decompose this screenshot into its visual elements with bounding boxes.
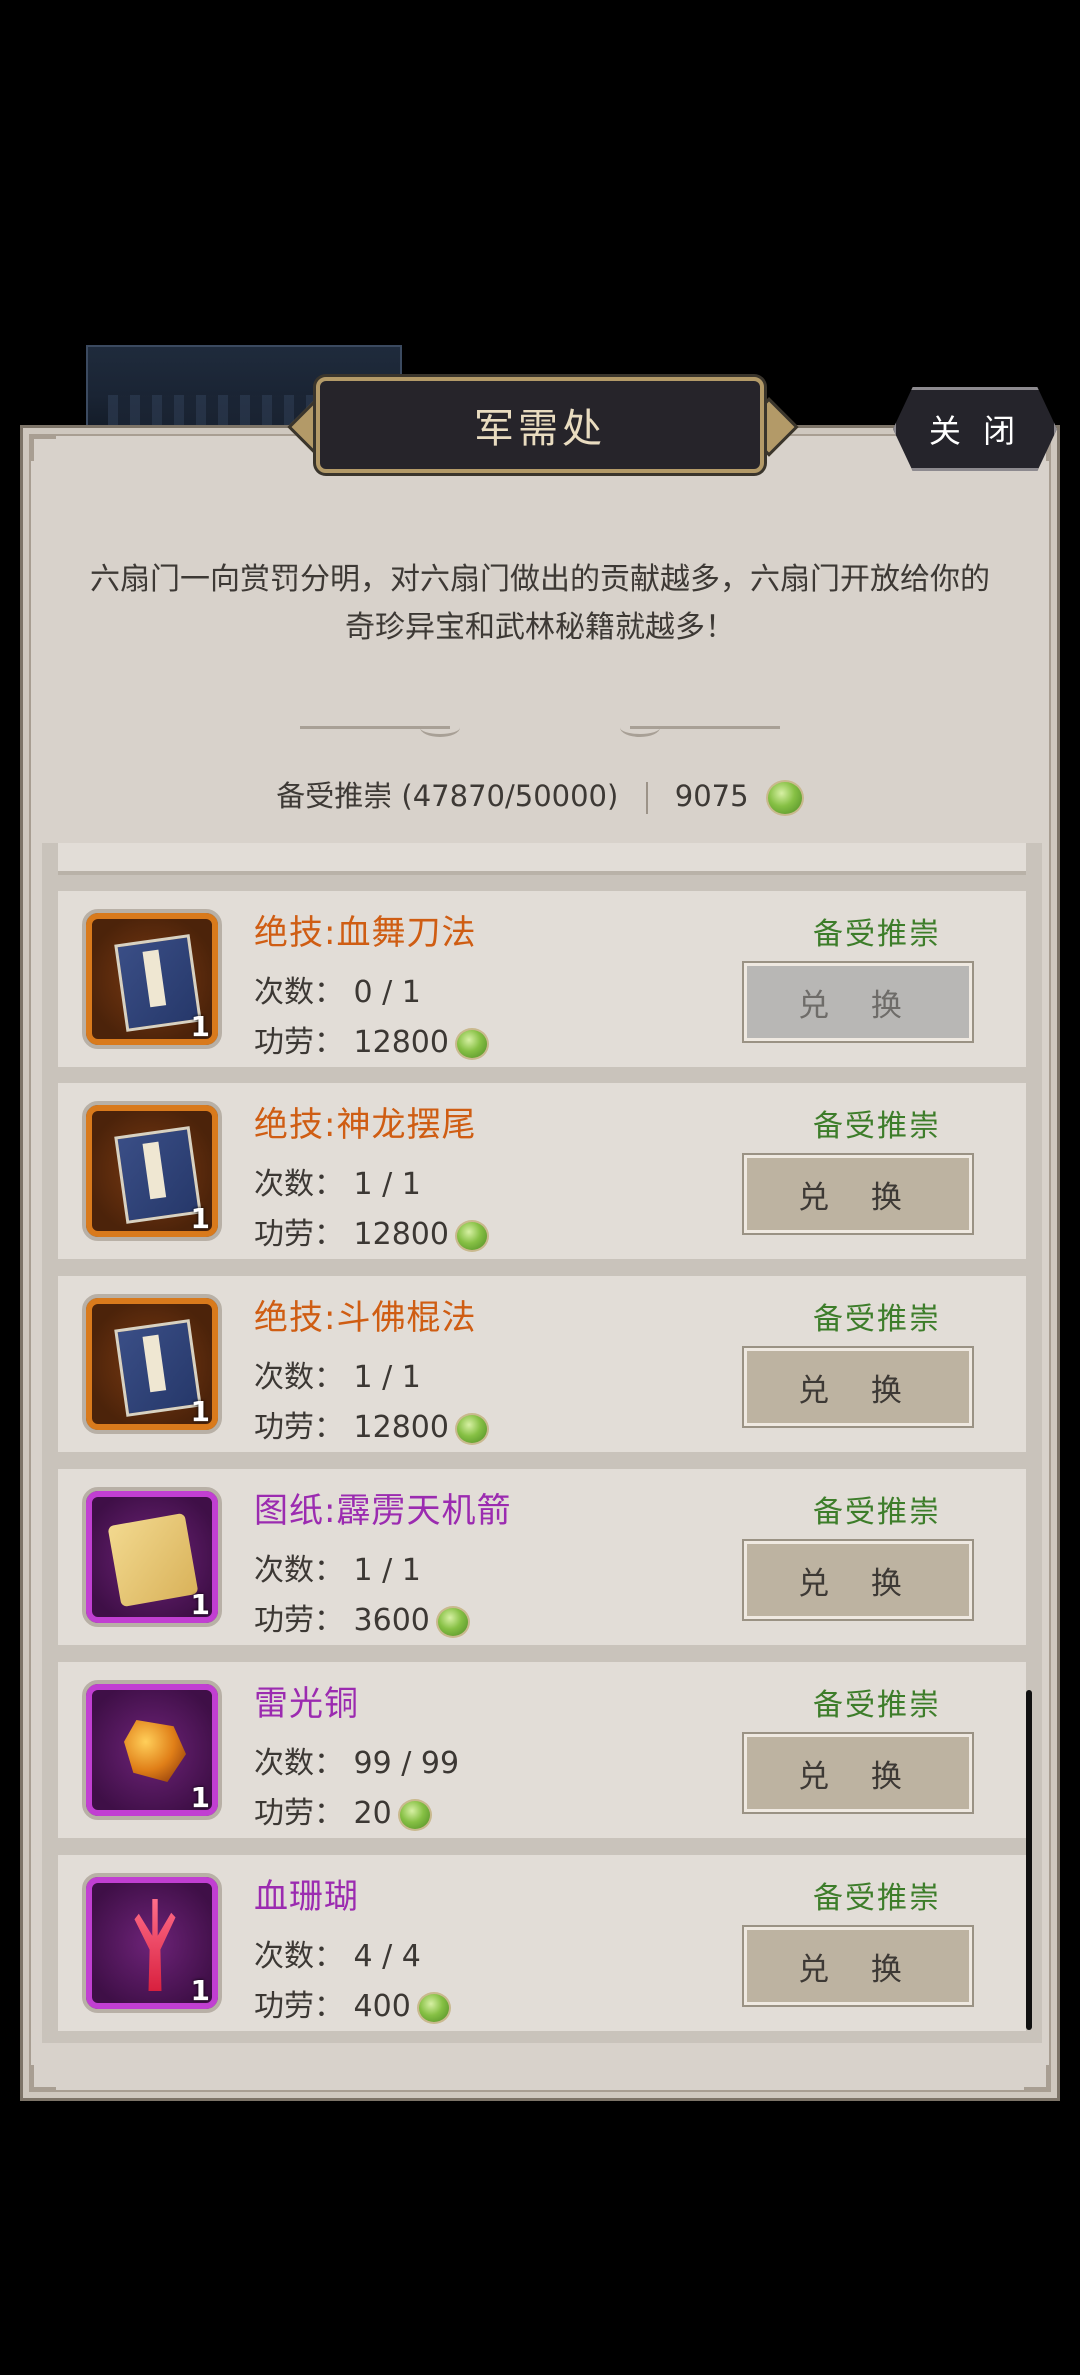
item-icon-frame[interactable]: 1: [82, 1487, 222, 1627]
martial-manual-book-icon: [114, 934, 202, 1032]
window-title: 军需处: [316, 377, 764, 473]
item-required-rank: 备受推崇: [813, 1109, 941, 1144]
item-required-rank: 备受推崇: [813, 1881, 941, 1916]
item-icon-frame[interactable]: 1: [82, 1873, 222, 2013]
item-exchange-count: 次数： 1 / 1: [254, 1167, 421, 1202]
jade-coin-icon: [397, 1798, 432, 1831]
item-required-rank: 备受推崇: [813, 1688, 941, 1723]
item-merit-cost: 功劳： 20: [254, 1796, 392, 1831]
jade-coin-icon: [454, 1412, 489, 1445]
item-icon-frame[interactable]: 1: [82, 1294, 222, 1434]
item-merit-cost: 功劳： 12800: [254, 1217, 449, 1252]
icon-count: 1: [190, 1010, 210, 1043]
item-name: 雷光铜: [254, 1684, 359, 1724]
jade-coin-icon: [765, 780, 804, 816]
exchange-button[interactable]: 兑 换: [742, 1153, 974, 1235]
icon-count: 1: [190, 1395, 210, 1428]
item-exchange-count: 次数： 99 / 99: [254, 1746, 460, 1781]
list-item: 1 绝技:血舞刀法 次数： 0 / 1 功劳： 12800 备受推崇 兑 换: [58, 891, 1026, 1067]
martial-manual-book-icon: [114, 1319, 202, 1417]
panel-corner-ornament: [31, 2065, 56, 2090]
item-required-rank: 备受推崇: [813, 917, 941, 952]
item-required-rank: 备受推崇: [813, 1302, 941, 1337]
item-merit-cost-line: 功劳： 12800: [254, 1209, 489, 1253]
merit-total: 9075: [674, 779, 749, 813]
icon-count: 1: [190, 1974, 210, 2007]
jade-coin-icon: [435, 1605, 470, 1638]
item-merit-cost: 功劳： 12800: [254, 1025, 449, 1060]
exchange-button[interactable]: 兑 换: [742, 1732, 974, 1814]
item-merit-cost-line: 功劳： 3600: [254, 1595, 470, 1639]
blood-coral-icon: [134, 1899, 176, 1991]
item-name: 绝技:血舞刀法: [254, 913, 477, 953]
item-name: 图纸:霹雳天机箭: [254, 1491, 512, 1531]
panel-corner-ornament: [1024, 2065, 1049, 2090]
item-name: 绝技:神龙摆尾: [254, 1105, 477, 1145]
rank-progress: 备受推崇 (47870/50000): [276, 779, 619, 813]
item-icon-frame[interactable]: 1: [82, 1101, 222, 1241]
list-item: 1 绝技:斗佛棍法 次数： 1 / 1 功劳： 12800 备受推崇 兑 换: [58, 1276, 1026, 1452]
martial-manual-book-icon: [114, 1126, 202, 1224]
item-merit-cost-line: 功劳： 400: [254, 1981, 451, 2025]
item-exchange-count: 次数： 4 / 4: [254, 1939, 421, 1974]
list-item: 1 雷光铜 次数： 99 / 99 功劳： 20 备受推崇 兑 换: [58, 1662, 1026, 1838]
list-item: 1 图纸:霹雳天机箭 次数： 1 / 1 功劳： 3600 备受推崇 兑 换: [58, 1469, 1026, 1645]
item-merit-cost-line: 功劳： 12800: [254, 1402, 489, 1446]
blueprint-scroll-icon: [107, 1512, 199, 1608]
item-exchange-count: 次数： 1 / 1: [254, 1553, 421, 1588]
icon-count: 1: [190, 1202, 210, 1235]
list-item-partial: [58, 843, 1026, 875]
exchange-button[interactable]: 兑 换: [742, 961, 974, 1043]
item-name: 绝技:斗佛棍法: [254, 1298, 477, 1338]
icon-count: 1: [190, 1588, 210, 1621]
list-scrollbar[interactable]: [1026, 1690, 1032, 2030]
status-separator: [645, 782, 648, 814]
list-item: 1 血珊瑚 次数： 4 / 4 功劳： 400 备受推崇 兑 换: [58, 1855, 1026, 2031]
item-merit-cost: 功劳： 3600: [254, 1603, 430, 1638]
item-merit-cost-line: 功劳： 20: [254, 1788, 432, 1832]
jade-coin-icon: [454, 1027, 489, 1060]
divider-right: [630, 726, 780, 729]
item-merit-cost: 功劳： 400: [254, 1989, 411, 2024]
exchange-button[interactable]: 兑 换: [742, 1346, 974, 1428]
item-list[interactable]: 1 绝技:血舞刀法 次数： 0 / 1 功劳： 12800 备受推崇 兑 换 1…: [42, 843, 1042, 2043]
icon-count: 1: [190, 1781, 210, 1814]
item-merit-cost: 功劳： 12800: [254, 1410, 449, 1445]
jade-coin-icon: [416, 1991, 451, 2024]
list-item: 1 绝技:神龙摆尾 次数： 1 / 1 功劳： 12800 备受推崇 兑 换: [58, 1083, 1026, 1259]
exchange-button[interactable]: 兑 换: [742, 1539, 974, 1621]
panel-corner-ornament: [31, 436, 56, 461]
jade-coin-icon: [454, 1219, 489, 1252]
item-required-rank: 备受推崇: [813, 1495, 941, 1530]
item-exchange-count: 次数： 0 / 1: [254, 975, 421, 1010]
item-name: 血珊瑚: [254, 1877, 359, 1917]
status-bar: 备受推崇 (47870/50000) 9075: [0, 773, 1080, 816]
item-icon-frame[interactable]: 1: [82, 1680, 222, 1820]
divider-ornament: [420, 718, 460, 737]
exchange-button[interactable]: 兑 换: [742, 1925, 974, 2007]
close-button[interactable]: 关 闭: [893, 387, 1057, 471]
thunder-copper-ore-icon: [124, 1720, 186, 1782]
item-exchange-count: 次数： 1 / 1: [254, 1360, 421, 1395]
item-merit-cost-line: 功劳： 12800: [254, 1017, 489, 1061]
shop-description: 六扇门一向赏罚分明，对六扇门做出的贡献越多，六扇门开放给你的奇珍异宝和武林秘籍就…: [90, 562, 990, 645]
item-icon-frame[interactable]: 1: [82, 909, 222, 1049]
